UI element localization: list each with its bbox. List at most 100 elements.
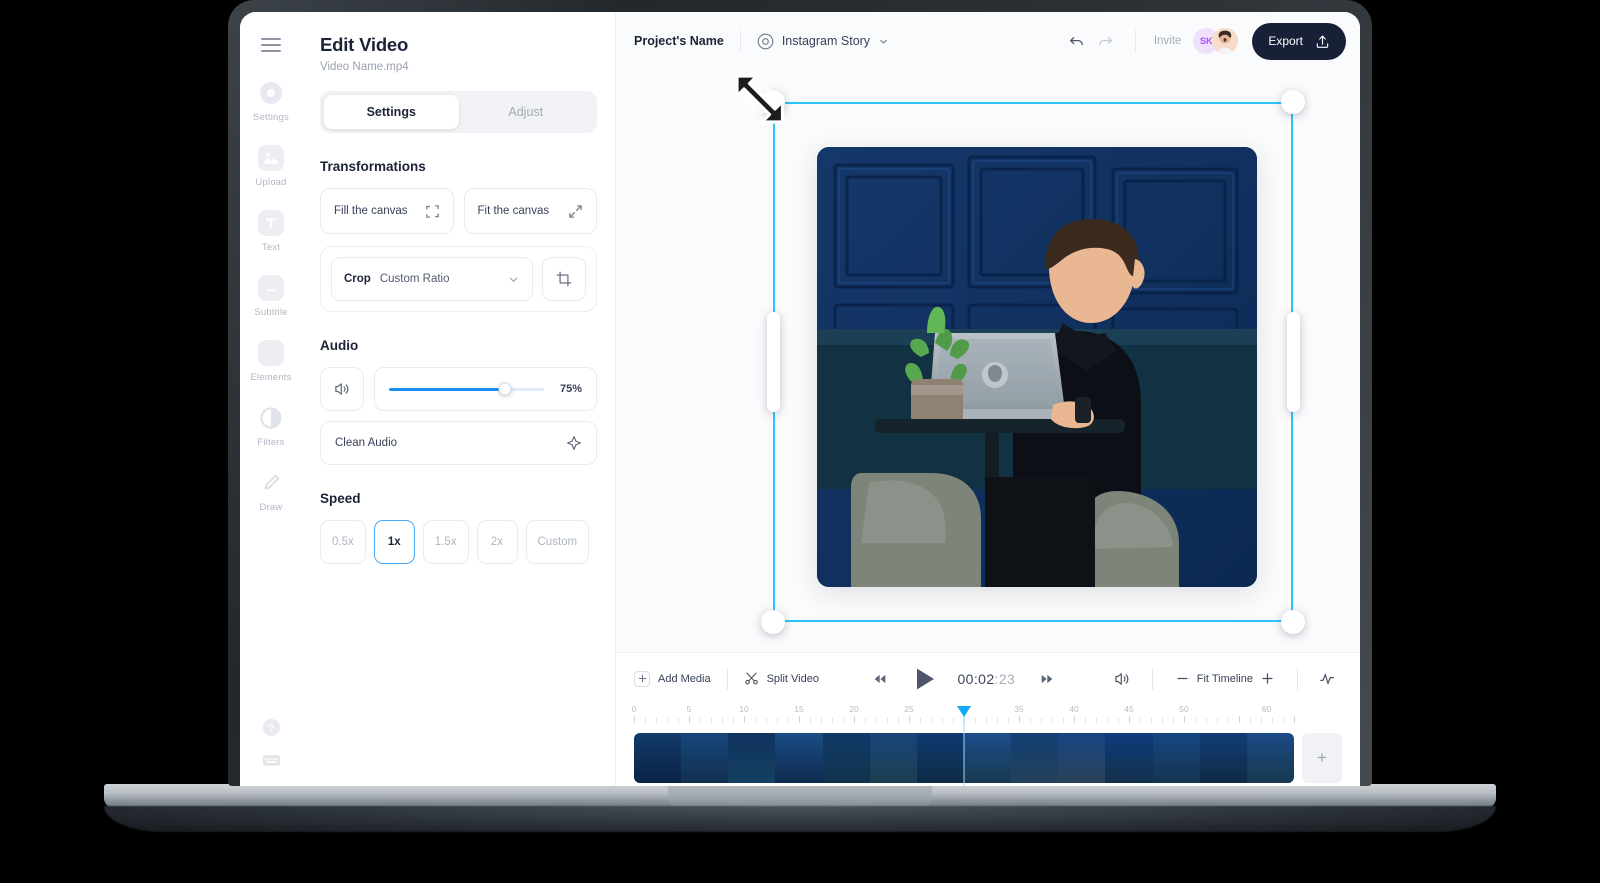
speed-option-2x[interactable]: 2x [476, 520, 518, 564]
tab-settings[interactable]: Settings [324, 95, 459, 129]
export-button[interactable]: Export [1252, 22, 1346, 60]
fit-timeline-button[interactable]: Fit Timeline [1197, 673, 1253, 685]
speed-option-1x[interactable]: 1x [373, 520, 415, 564]
sidebar-item-text[interactable]: Text [242, 210, 300, 253]
handle-right-middle[interactable] [1286, 312, 1300, 412]
project-name-label[interactable]: Project's Name [634, 34, 724, 48]
media-selection-box[interactable] [735, 74, 1305, 634]
play-button[interactable] [912, 665, 940, 693]
mute-toggle-button[interactable] [320, 367, 364, 411]
ruler-tick-minor [1217, 718, 1218, 723]
speed-option-custom[interactable]: Custom [525, 520, 590, 564]
page-title: Edit Video [320, 34, 409, 55]
ruler-tick-minor [931, 718, 932, 723]
handle-left-middle[interactable] [766, 312, 780, 412]
laptop-base-notch [668, 784, 932, 808]
playhead-marker[interactable] [957, 706, 971, 717]
skip-backward-icon[interactable] [866, 665, 894, 693]
speed-option-0-5x[interactable]: 0.5x [320, 520, 366, 564]
filmstrip-frame [869, 733, 917, 783]
timeline-volume-icon[interactable] [1108, 665, 1136, 693]
ruler-tick-minor [942, 718, 943, 723]
video-preview[interactable] [817, 147, 1257, 587]
ruler-tick-minor [1195, 718, 1196, 723]
ruler-label: 50 [1179, 704, 1189, 714]
ruler-tick-minor [1030, 718, 1031, 723]
divider [739, 30, 741, 52]
sidebar-item-upload[interactable]: Upload [242, 145, 300, 188]
sidebar-item-subtitle[interactable]: Subtitle [242, 275, 300, 318]
redo-arrow-icon[interactable] [1091, 27, 1119, 55]
fill-the-canvas-button[interactable]: Fill the canvas [320, 188, 454, 234]
timeline-toolbar: Add Media Split Video 00:02:23 Fit Timel… [616, 652, 1360, 704]
ruler-tick-major [744, 716, 745, 723]
help-question-icon[interactable]: ? [262, 718, 281, 737]
add-track-button[interactable]: + [1302, 733, 1342, 783]
ruler-tick-minor [821, 718, 822, 723]
ruler-tick-major [689, 716, 690, 723]
sidebar-item-elements[interactable]: Elements [242, 340, 300, 383]
ruler-tick-minor [975, 718, 976, 723]
add-media-button[interactable]: Add Media [634, 670, 711, 687]
fit-the-canvas-button[interactable]: Fit the canvas [463, 188, 597, 234]
volume-slider[interactable] [389, 382, 544, 396]
ruler-tick-minor [711, 718, 712, 723]
hamburger-menu-icon[interactable] [261, 38, 281, 52]
zoom-in-button[interactable] [1253, 665, 1281, 693]
keyboard-shortcuts-icon[interactable] [262, 753, 281, 768]
subtitle-icon [258, 275, 284, 301]
sidebar-item-label: Draw [259, 502, 283, 513]
laptop-foot-shadow [104, 806, 1496, 832]
clean-audio-label: Clean Audio [335, 437, 398, 449]
sidebar-item-label: Elements [250, 372, 292, 383]
handle-bottom-left[interactable] [761, 610, 785, 634]
crop-tool-button[interactable] [542, 257, 586, 301]
speed-options: 0.5x 1x 1.5x 2x Custom [320, 520, 597, 564]
sidebar-item-settings[interactable]: Settings [242, 80, 300, 123]
timeline-ruler[interactable]: 0 5 10 15 20 25 35 40 45 50 60 [616, 704, 1360, 786]
fill-canvas-icon [425, 204, 440, 219]
ruler-tick-minor [1008, 718, 1009, 723]
audio-heading: Audio [320, 338, 359, 353]
audio-waveform-icon[interactable] [1314, 665, 1342, 693]
crop-ratio-dropdown[interactable]: Crop Custom Ratio [331, 257, 533, 301]
split-video-button[interactable]: Split Video [744, 671, 819, 686]
skip-forward-icon[interactable] [1033, 665, 1061, 693]
ruler-tick-minor [788, 718, 789, 723]
zoom-out-button[interactable] [1169, 665, 1197, 693]
scissors-icon [744, 671, 759, 686]
undo-arrow-icon[interactable] [1063, 27, 1091, 55]
ruler-tick-major [1294, 716, 1295, 723]
clean-audio-button[interactable]: Clean Audio [320, 421, 597, 465]
sidebar-item-filters[interactable]: Filters [242, 405, 300, 448]
upload-export-icon [1315, 34, 1330, 49]
ruler-tick-minor [1140, 718, 1141, 723]
ruler-tick-minor [1173, 718, 1174, 723]
ruler-tick-major [1129, 716, 1130, 723]
ruler-tick-minor [766, 718, 767, 723]
sidebar-item-draw[interactable]: Draw [242, 470, 300, 513]
ruler-tick-major [1184, 716, 1185, 723]
tab-adjust[interactable]: Adjust [459, 95, 594, 129]
volume-slider-knob[interactable] [498, 382, 512, 396]
handle-bottom-right[interactable] [1281, 610, 1305, 634]
format-dropdown[interactable]: Instagram Story [757, 33, 889, 50]
crop-section: Crop Custom Ratio [320, 246, 597, 312]
panel-tabs: Settings Adjust [320, 91, 597, 133]
settings-panel: Edit Video Video Name.mp4 Settings Adjus… [302, 12, 616, 786]
invite-button[interactable]: Invite [1154, 35, 1182, 47]
ruler-tick-minor [1118, 718, 1119, 723]
crop-ratio-value: Custom Ratio [379, 273, 450, 285]
speed-option-1-5x[interactable]: 1.5x [422, 520, 469, 564]
avatar[interactable] [1212, 28, 1239, 54]
handle-top-right[interactable] [1281, 90, 1305, 114]
filmstrip-frame [681, 733, 729, 783]
ruler-tick-minor [645, 718, 646, 723]
sidebar-item-label: Settings [253, 112, 289, 123]
draw-pencil-icon [258, 470, 284, 496]
instagram-circle-icon [757, 33, 774, 50]
ruler-tick-minor [997, 718, 998, 723]
filmstrip-frame [1058, 733, 1106, 783]
preview-stage[interactable] [616, 70, 1360, 652]
chevron-down-icon [878, 36, 889, 47]
